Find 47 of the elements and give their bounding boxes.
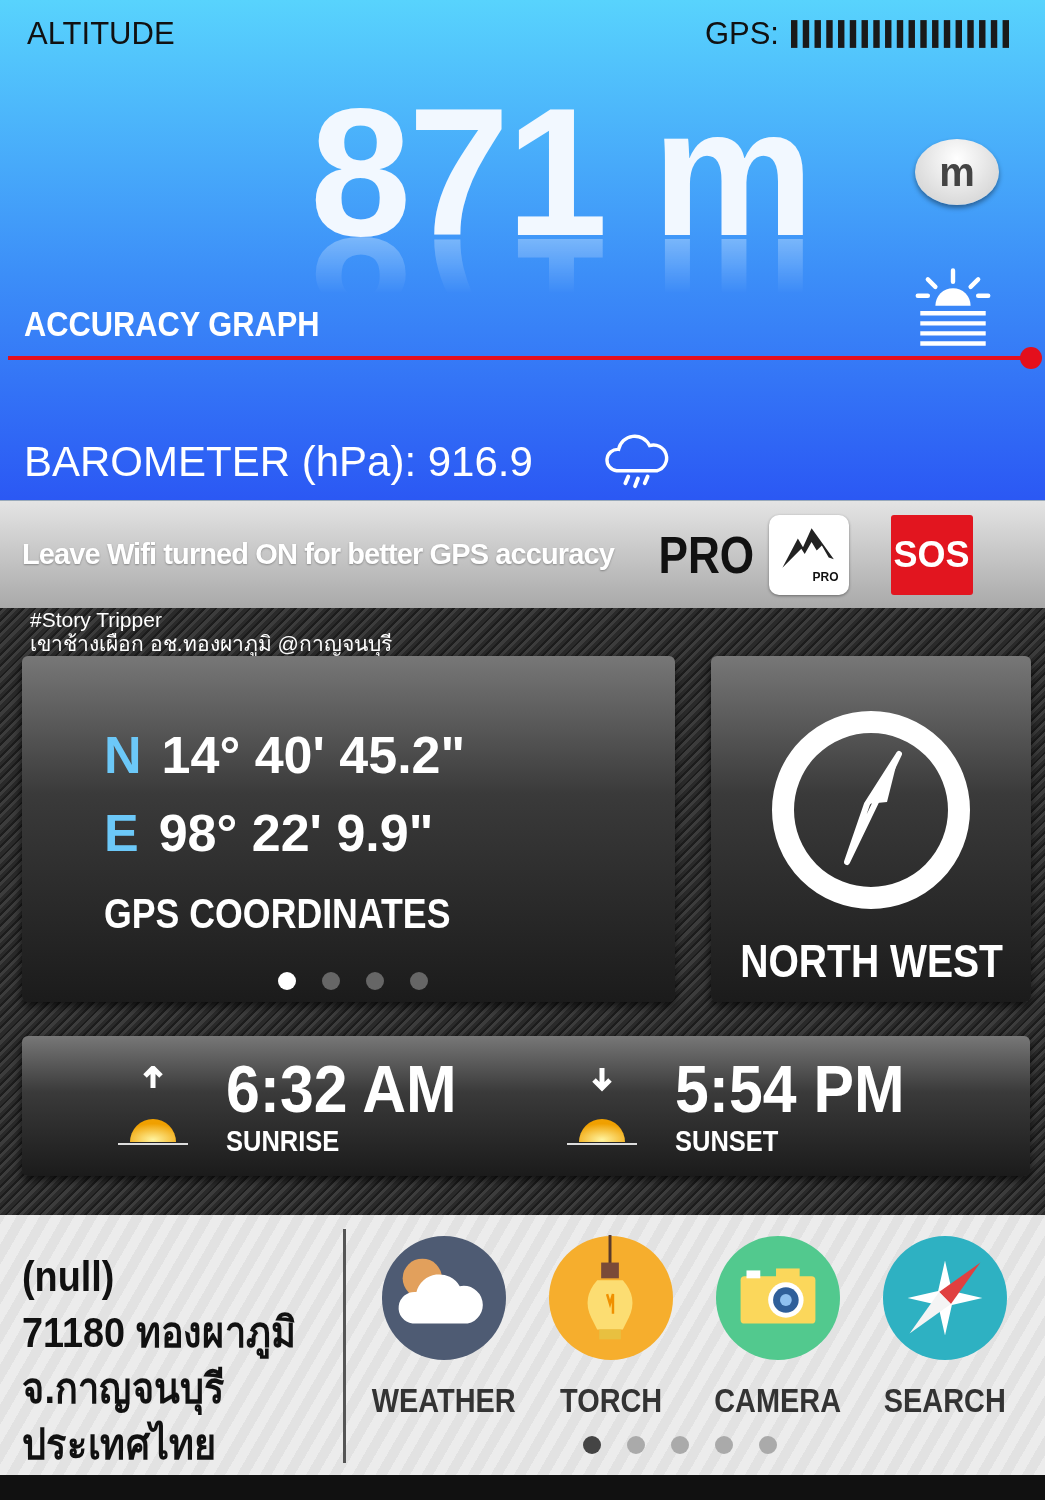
address-line: ประเทศไทย [22,1419,218,1470]
signal-bars-icon [791,20,1009,48]
sun-label: SUNSET [674,1124,780,1158]
altitude-value: 871 m [310,87,812,257]
pro-app-button[interactable]: PRO [768,514,849,595]
sun-time: 5:54 PM [674,1054,905,1124]
sunset-icon [566,1066,637,1146]
compass-icon [771,710,972,910]
wifi-tip: Leave Wifi turned ON for better GPS accuracy [22,538,614,571]
coordinate-value: 14° 40' 45.2" [161,725,466,785]
address-line: จ.กาญจนบุรี [22,1361,311,1417]
sunrise-icon [118,1066,188,1146]
page-dot[interactable] [758,1436,777,1454]
page-dot[interactable] [626,1436,645,1454]
photo-caption: เขาช้างเผือก อช.ทองผาภูมิ @กาญจนบุรี [30,632,393,656]
page-dot[interactable] [410,972,428,990]
sun-label: SUNRISE [226,1124,341,1158]
page-dot[interactable] [278,972,296,990]
pro-label: PRO [658,524,755,585]
sos-button[interactable]: SOS [890,514,973,595]
camera-icon [715,1235,841,1361]
app-shortcut[interactable]: CAMERA [698,1235,858,1420]
coordinate-value: 98° 22' 9.9" [158,803,434,863]
card-title: GPS COORDINATES [104,890,452,938]
light-bulb-icon [548,1235,674,1361]
unit-button[interactable]: m [915,139,999,205]
compass-direction: NORTH WEST [739,934,1003,988]
address-line: (null) [22,1252,116,1302]
page-dot[interactable] [582,1436,601,1454]
page-dot[interactable] [714,1436,733,1454]
page-dot[interactable] [670,1436,689,1454]
app-shortcut[interactable]: TORCH [531,1235,691,1420]
cloud-sun-icon [381,1235,507,1361]
address-line: 71180 ทองผาภูมิ [22,1305,311,1361]
accuracy-graph-label: ACCURACY GRAPH [24,304,320,344]
axis-label: E [104,803,139,863]
photo-caption: #Story Tripper [30,608,163,632]
screen-title: ALTITUDE [27,16,175,52]
app-shortcut[interactable]: WEATHER [364,1235,524,1420]
compass-icon [882,1235,1008,1361]
barometer-reading: BAROMETER (hPa): 916.9 [24,438,533,486]
sun-time: 6:32 AM [226,1054,457,1124]
axis-label: N [104,725,142,785]
page-dot[interactable] [322,972,340,990]
gps-label: GPS: [704,16,779,52]
page-dot[interactable] [366,972,384,990]
app-shortcut[interactable]: SEARCH [865,1235,1025,1420]
